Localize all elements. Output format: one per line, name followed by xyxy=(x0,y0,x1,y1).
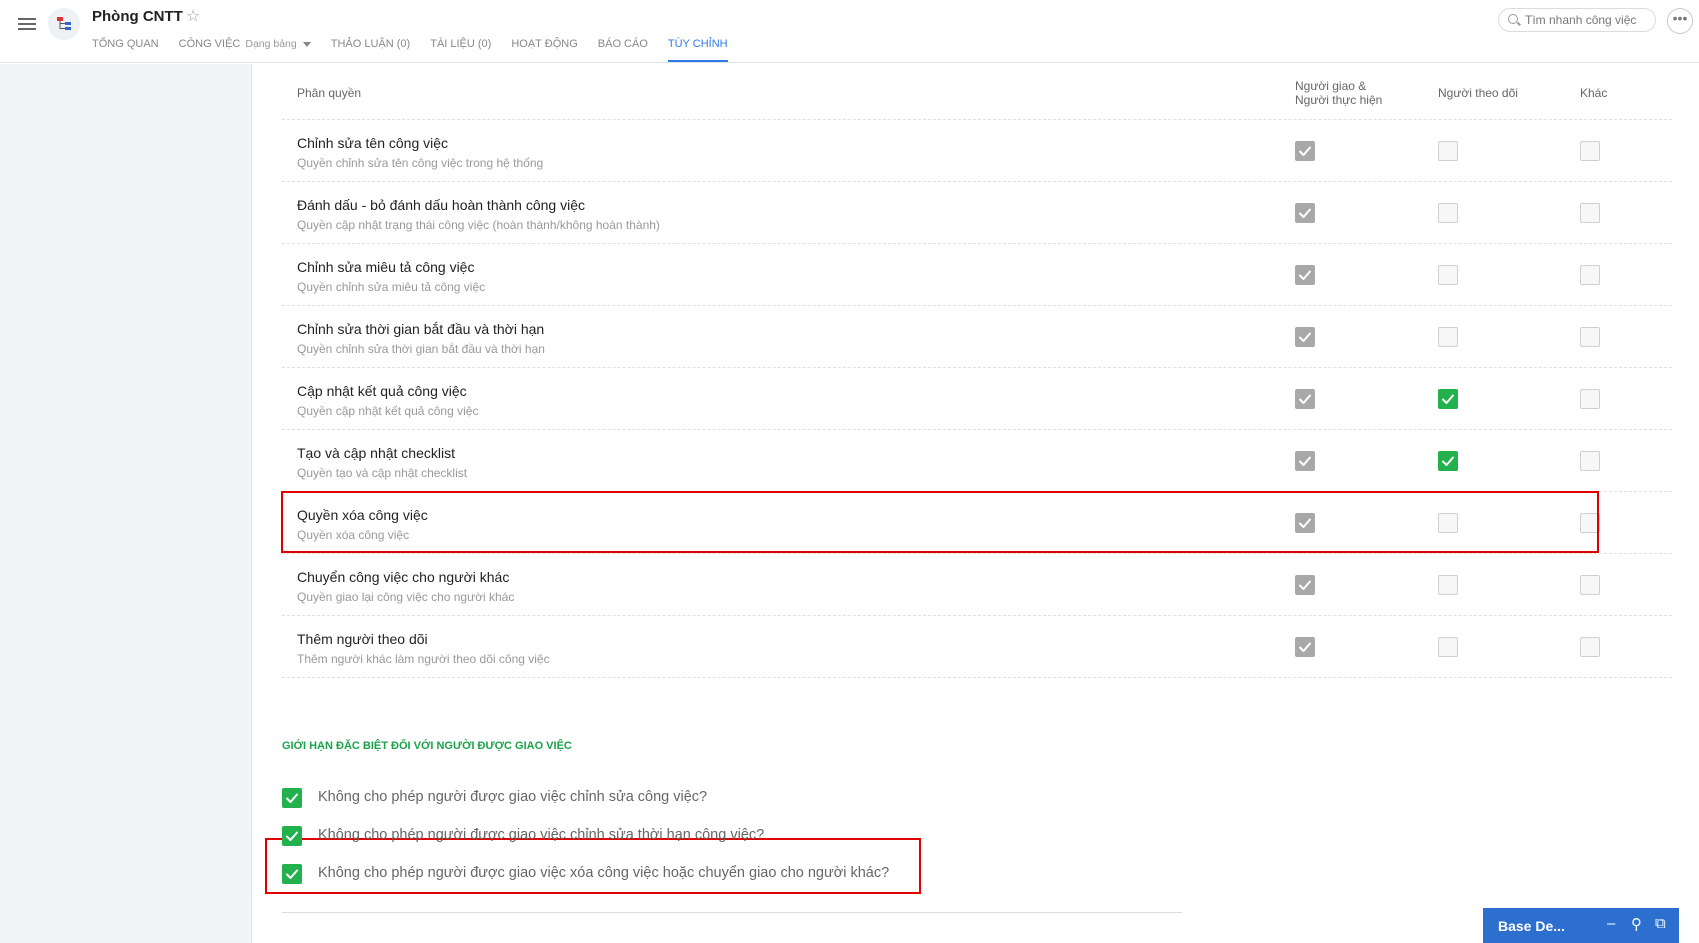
star-icon[interactable]: ☆ xyxy=(186,6,200,26)
permission-title: Chỉnh sửa thời gian bắt đầu và thời hạn xyxy=(297,321,545,337)
follower-checkbox[interactable] xyxy=(1438,141,1458,161)
header-permission: Phân quyền xyxy=(297,86,362,100)
other-checkbox[interactable] xyxy=(1580,203,1600,223)
assigner-checkbox[interactable] xyxy=(1295,203,1315,223)
other-checkbox[interactable] xyxy=(1580,389,1600,409)
restriction-label: Không cho phép người được giao việc chỉn… xyxy=(318,827,765,843)
table-header: Phân quyền Người giao & Người thực hiện … xyxy=(282,64,1672,120)
permission-title: Cập nhật kết quả công việc xyxy=(297,383,467,399)
assigner-checkbox[interactable] xyxy=(1295,265,1315,285)
highlight-delete-permission xyxy=(281,491,1599,553)
restriction-label: Không cho phép người được giao việc chỉn… xyxy=(318,789,708,805)
other-checkbox[interactable] xyxy=(1580,327,1600,347)
permission-title: Tạo và cập nhật checklist xyxy=(297,445,455,461)
table-row: Chỉnh sửa tên công việc Quyền chỉnh sửa t… xyxy=(282,120,1672,182)
hamburger-menu-icon[interactable] xyxy=(18,15,36,33)
search-input[interactable]: Tìm nhanh công việc xyxy=(1498,8,1656,32)
other-checkbox[interactable] xyxy=(1580,637,1600,657)
permission-title: Chuyển công việc cho người khác xyxy=(297,569,510,585)
other-checkbox[interactable] xyxy=(1580,141,1600,161)
permission-description: Quyền chỉnh sửa thời gian bắt đầu và thờ… xyxy=(297,342,545,356)
header-other: Khác xyxy=(1580,86,1608,100)
chat-widget-label: Base De... xyxy=(1498,918,1565,934)
tab-documents[interactable]: TÀI LIỆU (0) xyxy=(430,36,491,62)
permission-title: Thêm người theo dõi xyxy=(297,631,428,647)
tab-discussion[interactable]: THẢO LUẬN (0) xyxy=(331,36,410,62)
permission-description: Quyền chỉnh sửa miêu tả công việc xyxy=(297,280,486,294)
tab-reports[interactable]: BÁO CÁO xyxy=(598,36,648,62)
table-row: Chuyển công việc cho người khác Quyền gia… xyxy=(282,554,1672,616)
tab-tasks[interactable]: CÔNG VIỆC Dạng bảng xyxy=(179,36,311,62)
tab-tasks-view: Dạng bảng xyxy=(245,38,297,50)
other-checkbox[interactable] xyxy=(1580,575,1600,595)
left-sidebar xyxy=(0,64,252,943)
assigner-checkbox[interactable] xyxy=(1295,389,1315,409)
follower-checkbox[interactable] xyxy=(1438,451,1458,471)
chevron-down-icon[interactable] xyxy=(302,41,311,47)
restriction-checkbox[interactable] xyxy=(282,826,302,846)
permission-title: Chỉnh sửa miêu tả công việc xyxy=(297,259,475,275)
restriction-label: Không cho phép người được giao việc xóa … xyxy=(318,865,890,881)
permission-description: Thêm người khác làm người theo dõi công … xyxy=(297,652,550,666)
page-title: Phòng CNTT xyxy=(92,8,183,25)
other-checkbox[interactable] xyxy=(1580,265,1600,285)
table-row: Đánh dấu - bỏ đánh dấu hoàn thành công v… xyxy=(282,182,1672,244)
follower-checkbox[interactable] xyxy=(1438,389,1458,409)
follower-checkbox[interactable] xyxy=(1438,265,1458,285)
table-row: Chỉnh sửa miêu tả công việc Quyền chỉnh s… xyxy=(282,244,1672,306)
follower-checkbox[interactable] xyxy=(1438,637,1458,657)
assigner-checkbox[interactable] xyxy=(1295,575,1315,595)
divider xyxy=(282,912,1182,913)
follower-checkbox[interactable] xyxy=(1438,575,1458,595)
assigner-checkbox[interactable] xyxy=(1295,141,1315,161)
restriction-checkbox[interactable] xyxy=(282,788,302,808)
top-header: Phòng CNTT ☆ TỔNG QUAN CÔNG VIỆC Dạng bản… xyxy=(0,0,1699,63)
search-icon[interactable]: ⚲ xyxy=(1631,915,1642,933)
permissions-table: Phân quyền Người giao & Người thực hiện … xyxy=(282,64,1672,678)
tab-customize[interactable]: TÙY CHỈNH xyxy=(667,36,728,62)
table-row: Tạo và cập nhật checklist Quyền tạo và cậ… xyxy=(282,430,1672,492)
table-row: Chỉnh sửa thời gian bắt đầu và thời hạn Q… xyxy=(282,306,1672,368)
tab-activity[interactable]: HOẠT ĐỘNG xyxy=(511,36,577,62)
permission-description: Quyền giao lại công việc cho người khác xyxy=(297,590,515,604)
other-checkbox[interactable] xyxy=(1580,451,1600,471)
permission-description: Quyền tạo và cập nhật checklist xyxy=(297,466,468,480)
tab-overview[interactable]: TỔNG QUAN xyxy=(92,36,159,62)
permission-description: Quyền cập nhật kết quả công việc xyxy=(297,404,479,418)
header-follower: Người theo dõi xyxy=(1438,86,1518,100)
restriction-checkbox[interactable] xyxy=(282,864,302,884)
follower-checkbox[interactable] xyxy=(1438,203,1458,223)
assigner-checkbox[interactable] xyxy=(1295,327,1315,347)
tab-bar: TỔNG QUAN CÔNG VIỆC Dạng bảng THẢO LUẬN (… xyxy=(92,36,748,62)
permission-title: Chỉnh sửa tên công việc xyxy=(297,135,449,151)
table-row: Cập nhật kết quả công việc Quyền cập nhật… xyxy=(282,368,1672,430)
minimize-icon[interactable]: – xyxy=(1607,915,1615,932)
permission-description: Quyền cập nhật trạng thái công việc (hoà… xyxy=(297,218,660,232)
search-icon xyxy=(1508,14,1518,24)
more-options-button[interactable]: ••• xyxy=(1667,8,1693,34)
assigner-checkbox[interactable] xyxy=(1295,451,1315,471)
header-assigner-assignee: Người giao & Người thực hiện xyxy=(1295,79,1383,107)
project-icon xyxy=(48,8,80,40)
permission-title: Đánh dấu - bỏ đánh dấu hoàn thành công v… xyxy=(297,197,586,213)
permission-description: Quyền chỉnh sửa tên công việc trong hệ t… xyxy=(297,156,544,170)
follower-checkbox[interactable] xyxy=(1438,327,1458,347)
chat-widget[interactable]: Base De... – ⚲ ⧉ xyxy=(1483,908,1679,943)
table-row: Thêm người theo dõi Thêm người khác làm n… xyxy=(282,616,1672,678)
external-link-icon[interactable]: ⧉ xyxy=(1655,915,1666,932)
restrictions-title: GIỚI HẠN ĐẶC BIỆT ĐỐI VỚI NGƯỜI ĐƯỢC GIA… xyxy=(282,740,572,752)
assigner-checkbox[interactable] xyxy=(1295,637,1315,657)
